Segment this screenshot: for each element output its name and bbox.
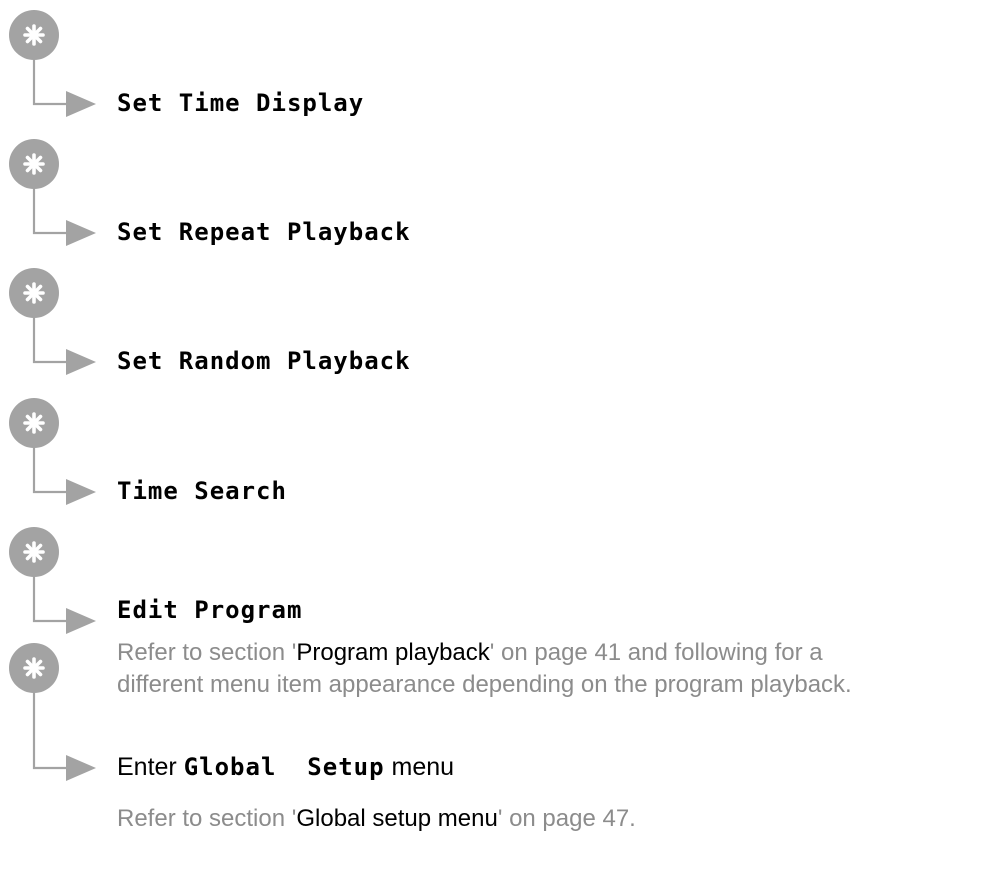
l-arrow-connector-icon	[0, 0, 110, 130]
menu-item-label: Edit Program	[117, 596, 303, 624]
note-line-1: Refer to section 'Program playback' on p…	[117, 637, 997, 669]
note-line-2: different menu item appearance depending…	[117, 671, 852, 698]
global-setup-line: Enter Global Setup menu	[117, 753, 454, 782]
l-arrow-connector-icon	[0, 633, 110, 793]
enter-text: Enter	[117, 753, 184, 781]
l-arrow-connector-icon	[0, 517, 110, 647]
menu-text: menu	[384, 753, 455, 781]
note-suffix: ' on page 41 and following for a	[489, 639, 823, 666]
note-prefix: Refer to section '	[117, 639, 297, 666]
global-setup-note: Refer to section 'Global setup menu' on …	[117, 803, 997, 835]
menu-item-label: Set Time Display	[117, 89, 365, 117]
l-arrow-connector-icon	[0, 258, 110, 388]
edit-program-note: Refer to section 'Program playback' on p…	[117, 637, 997, 701]
menu-item-label: Set Random Playback	[117, 347, 411, 375]
section-link-global-setup-menu[interactable]: Global setup menu	[296, 805, 497, 832]
note-suffix: ' on page 47.	[497, 805, 636, 832]
note-prefix: Refer to section '	[117, 805, 297, 832]
l-arrow-connector-icon	[0, 388, 110, 518]
menu-item-label: Set Repeat Playback	[117, 218, 411, 246]
menu-item-label: Time Search	[117, 477, 287, 505]
global-setup-menu-name: Global Setup	[183, 753, 385, 781]
section-link-program-playback[interactable]: Program playback	[296, 639, 489, 666]
l-arrow-connector-icon	[0, 129, 110, 259]
